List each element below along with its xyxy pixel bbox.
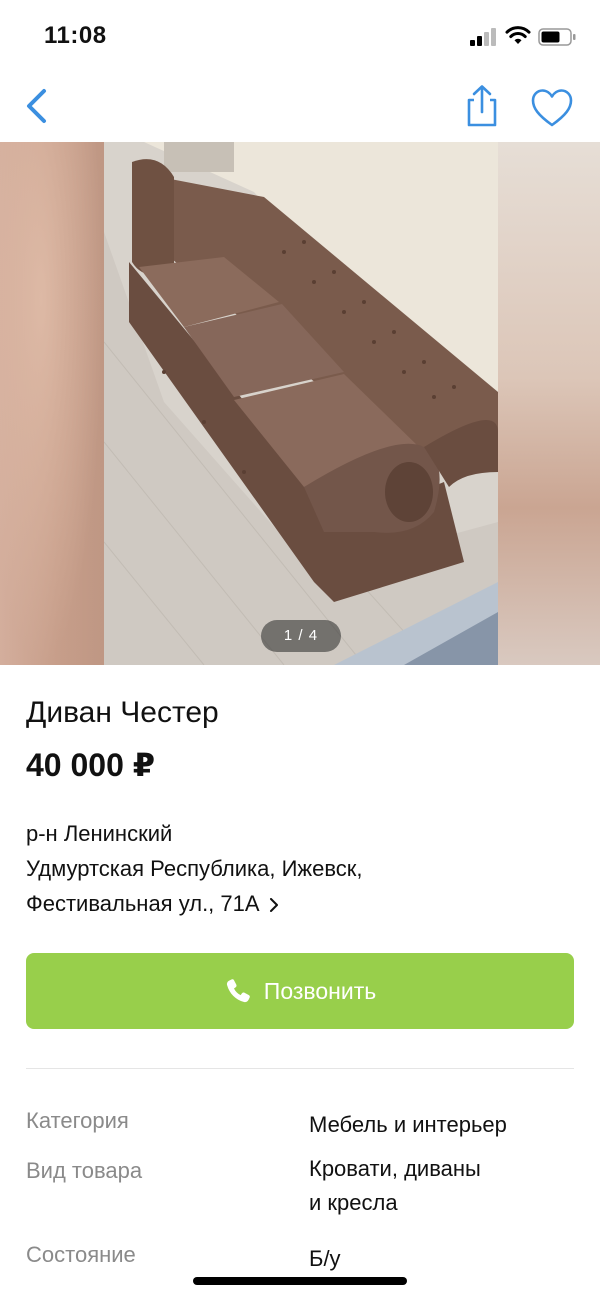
phone-icon xyxy=(226,979,250,1003)
battery-icon xyxy=(538,28,576,46)
param-value-line: Кровати, диваны xyxy=(309,1156,481,1181)
call-button[interactable]: Позвонить xyxy=(26,953,574,1029)
param-key: Состояние xyxy=(26,1242,136,1267)
chevron-right-icon xyxy=(269,898,278,913)
cellular-signal-icon xyxy=(470,28,498,46)
status-bar: 11:08 xyxy=(0,0,600,72)
param-value: Мебель и интерьер xyxy=(309,1112,507,1137)
home-indicator[interactable] xyxy=(193,1277,407,1285)
param-value: Кровати, диваны и кресла xyxy=(309,1152,569,1220)
param-key: Вид товара xyxy=(26,1158,143,1183)
sofa-photo xyxy=(104,142,498,665)
param-row: Категория Мебель и интерьер xyxy=(26,1108,574,1158)
previous-photo-blur xyxy=(0,142,104,665)
param-key: Категория xyxy=(26,1108,129,1133)
photo-counter: 1 / 4 xyxy=(261,620,341,652)
listing-address[interactable]: р-н Ленинский Удмуртская Республика, Иже… xyxy=(26,816,363,921)
call-button-label: Позвонить xyxy=(263,977,377,1004)
next-photo-blur xyxy=(498,142,600,665)
param-value-line: и кресла xyxy=(309,1190,398,1215)
listing-price: 40 000 ₽ xyxy=(26,747,156,783)
status-time: 11:08 xyxy=(44,22,107,49)
address-street-row: Фестивальная ул., 71А xyxy=(26,886,363,921)
navigation-bar xyxy=(0,72,600,142)
back-chevron-icon[interactable] xyxy=(20,86,56,126)
address-district: р-н Ленинский xyxy=(26,821,173,846)
heart-icon[interactable] xyxy=(530,88,574,128)
share-icon[interactable] xyxy=(462,84,502,128)
param-value: Б/у xyxy=(309,1246,341,1271)
param-row: Вид товара Кровати, диваны и кресла xyxy=(26,1156,574,1242)
listing-title: Диван Честер xyxy=(26,696,219,729)
section-divider xyxy=(26,1068,574,1069)
address-street: Фестивальная ул., 71А xyxy=(26,891,260,916)
wifi-icon xyxy=(505,26,531,44)
photo-gallery[interactable]: 1 / 4 xyxy=(0,142,600,665)
listing-parameters: Категория Мебель и интерьер Вид товара К… xyxy=(26,1108,574,1292)
address-region-city: Удмуртская Республика, Ижевск, xyxy=(26,856,363,881)
